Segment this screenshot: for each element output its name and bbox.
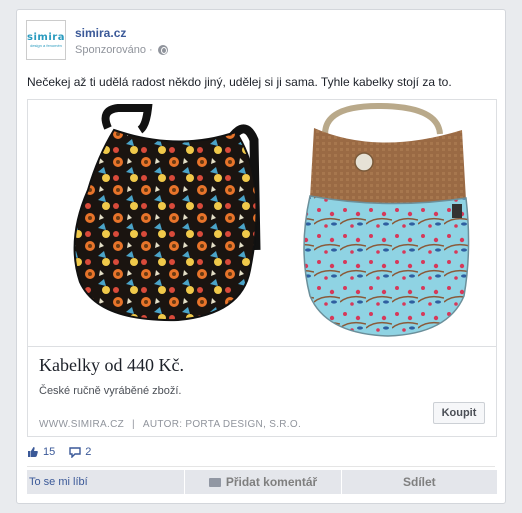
comments-count[interactable]: 2 — [85, 446, 91, 458]
ad-product-image[interactable] — [28, 100, 496, 347]
ad-source-separator: | — [132, 419, 135, 430]
post-text: Nečekej až ti udělá radost někdo jiný, u… — [27, 75, 452, 89]
avatar-logo-subtext: design a fenomén — [30, 42, 62, 48]
ad-author: AUTOR: PORTA DESIGN, S.R.O. — [142, 419, 302, 430]
engagement-stats: 15 2 — [27, 446, 91, 458]
ad-headline[interactable]: Kabelky od 440 Kč. — [39, 355, 184, 376]
stats-divider — [27, 466, 495, 467]
sponsored-line: Sponzorováno · — [75, 44, 168, 56]
globe-icon — [157, 45, 168, 55]
dot-separator: · — [148, 44, 153, 56]
ad-description: České ručně vyráběné zboží. — [39, 385, 182, 397]
comment-icon — [208, 477, 221, 487]
like-thumb-icon[interactable] — [27, 446, 39, 458]
avatar-logo-text: simira — [27, 31, 65, 43]
like-label[interactable]: To se mi líbí — [29, 476, 88, 488]
sponsored-post-card: simira design a fenomén simira.cz Sponzo… — [16, 9, 506, 504]
like-button[interactable]: To se mi líbí — [27, 470, 185, 494]
page-avatar[interactable]: simira design a fenomén — [26, 20, 66, 60]
sponsored-label[interactable]: Sponzorováno — [75, 44, 146, 56]
buy-button[interactable]: Koupit — [433, 402, 485, 424]
likes-count[interactable]: 15 — [43, 446, 55, 458]
ad-domain: WWW.SIMIRA.CZ — [39, 419, 124, 430]
add-comment-button[interactable]: Přidat komentář — [184, 470, 341, 494]
page-name-link[interactable]: simira.cz — [75, 26, 126, 40]
ad-source-line: WWW.SIMIRA.CZ | AUTOR: PORTA DESIGN, S.R… — [39, 419, 301, 430]
ad-link-preview[interactable]: Kabelky od 440 Kč. České ručně vyráběné … — [27, 99, 497, 437]
comment-bubble-icon[interactable] — [69, 446, 81, 458]
share-label[interactable]: Sdílet — [403, 475, 436, 489]
share-button[interactable]: Sdílet — [340, 470, 497, 494]
post-action-bar: To se mi líbí Přidat komentář Sdílet — [27, 470, 497, 494]
add-comment-label[interactable]: Přidat komentář — [226, 475, 317, 489]
handbags-image — [73, 102, 470, 337]
